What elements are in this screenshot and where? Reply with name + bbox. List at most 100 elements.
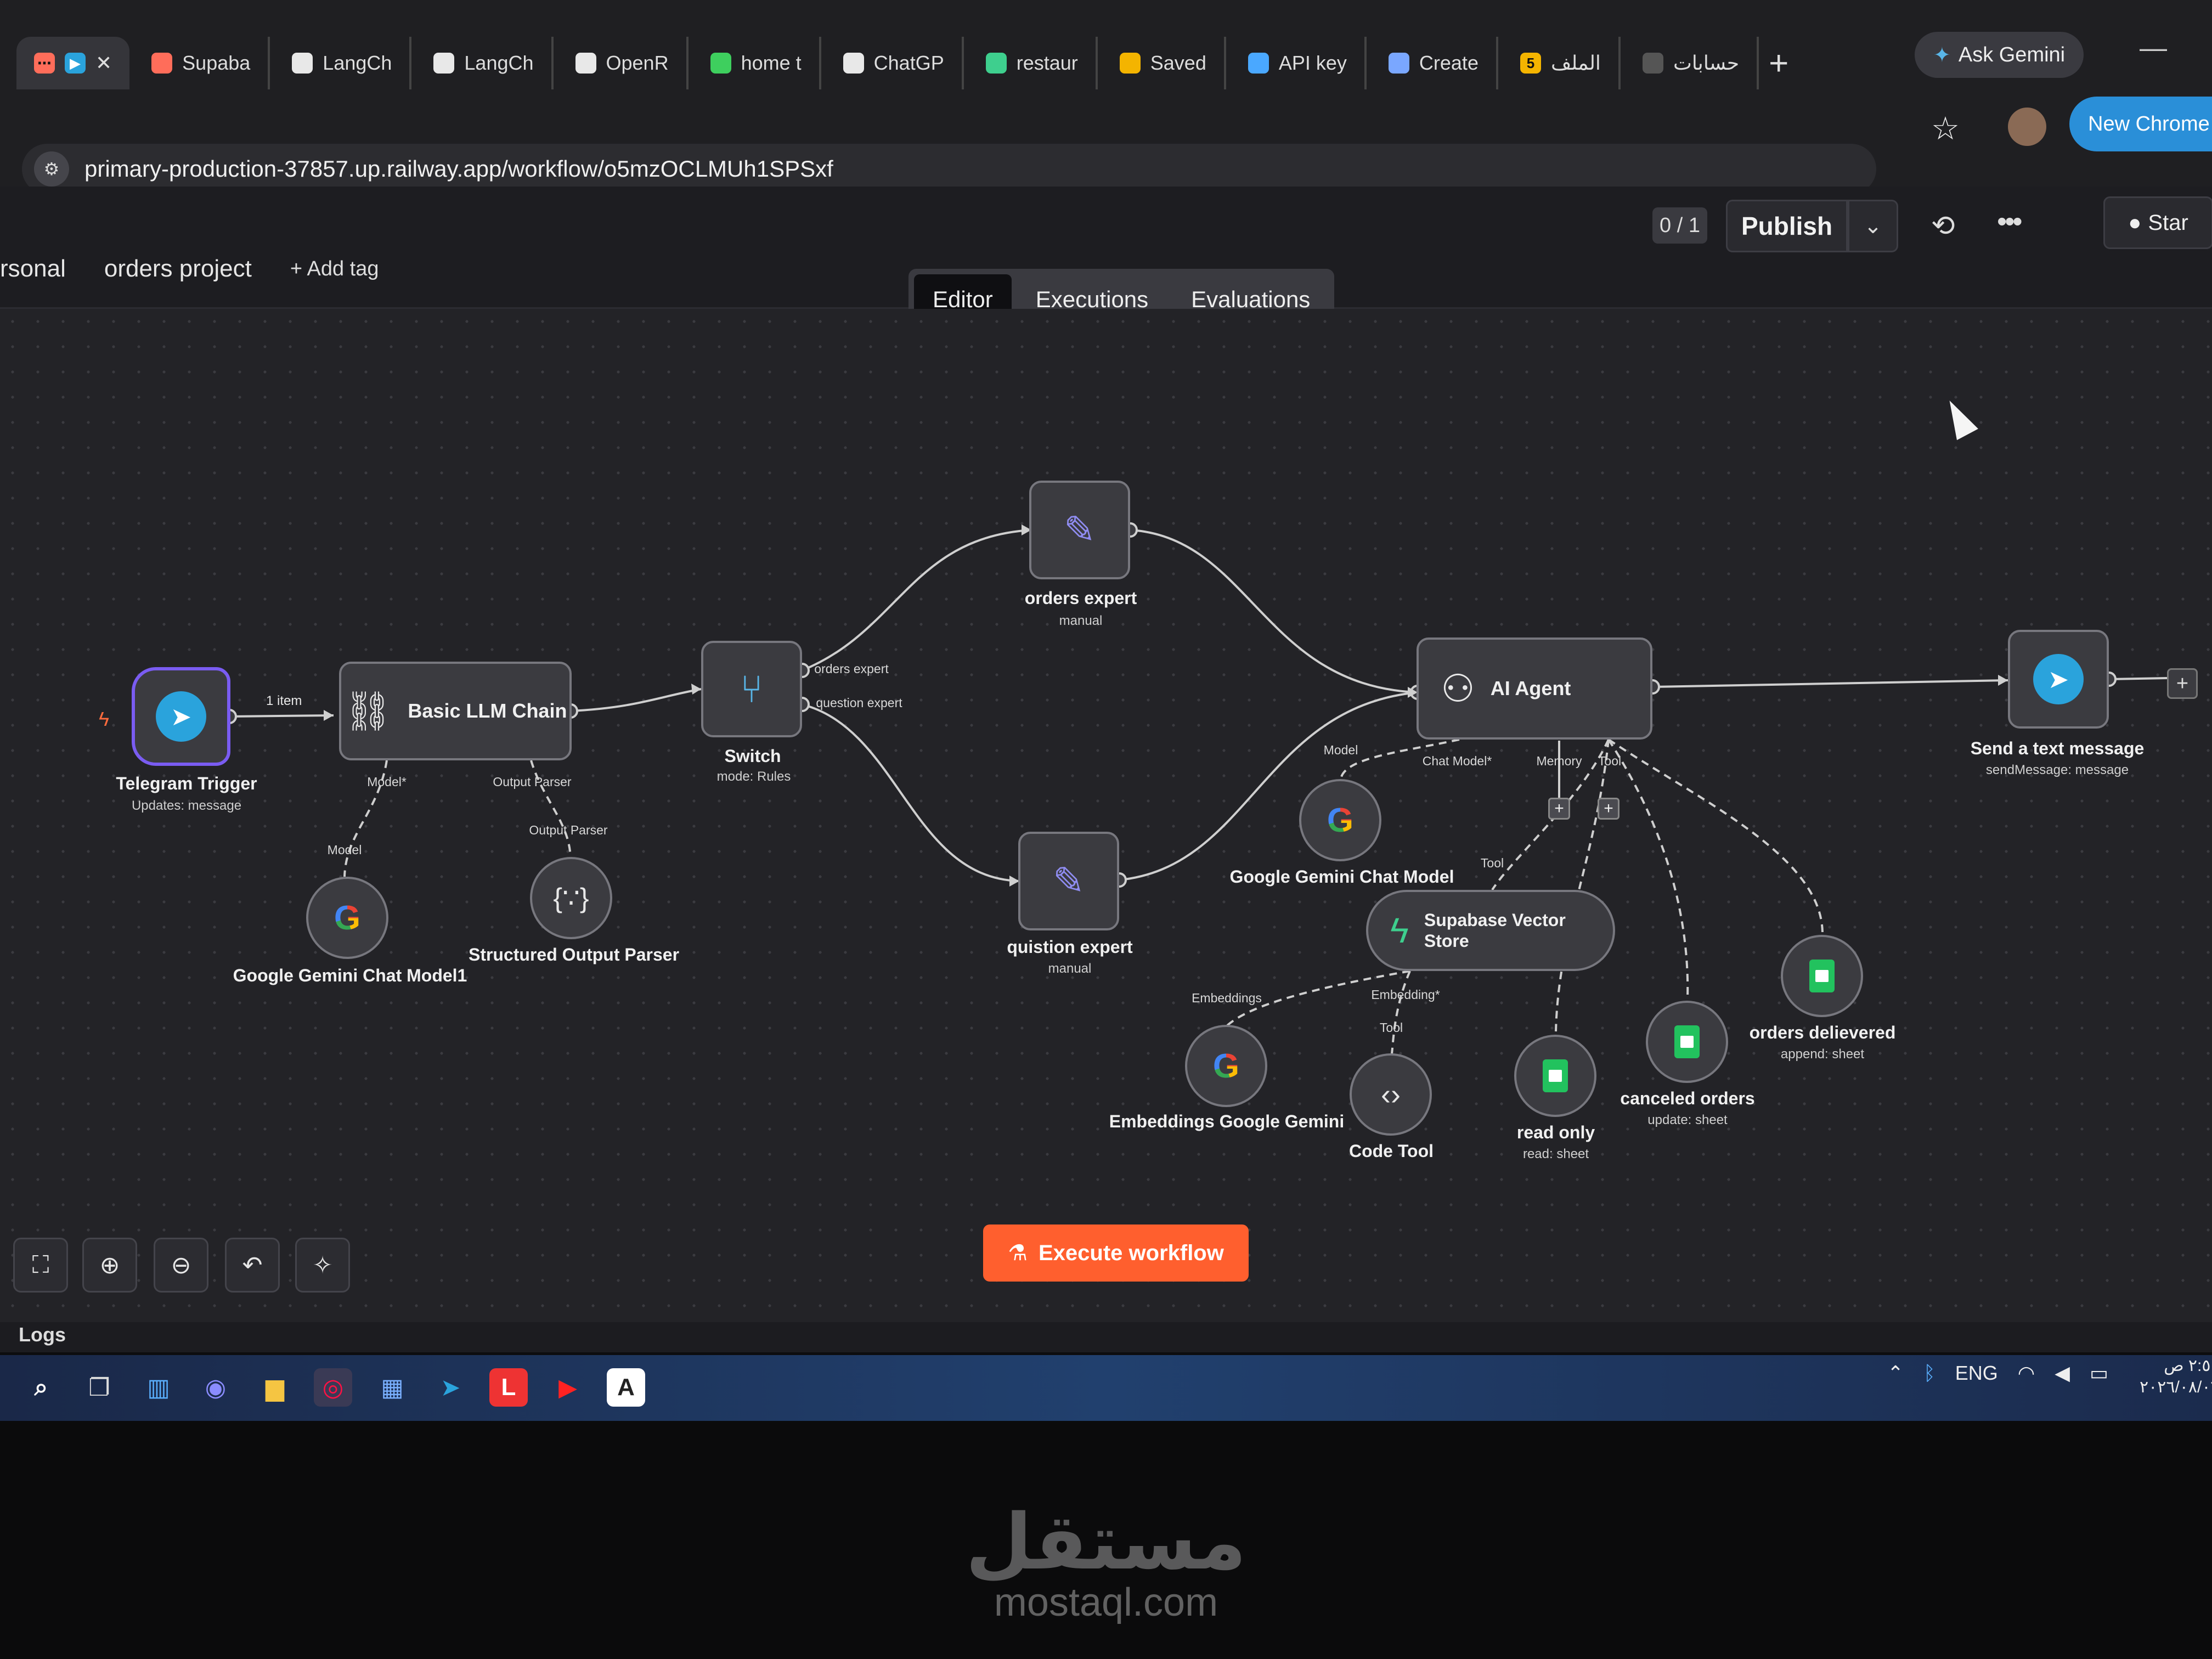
tab-api-key[interactable]: API key xyxy=(1231,37,1367,89)
wifi-icon[interactable]: ◠ xyxy=(2018,1362,2035,1385)
clock-date: ٢٠٢٦/٠٨/٠٦ xyxy=(2140,1378,2212,1396)
node-structured-output-parser[interactable]: {∵} xyxy=(530,857,612,939)
bluetooth-icon[interactable]: ᛒ xyxy=(1923,1362,1936,1385)
chevron-down-icon[interactable]: ⌄ xyxy=(1848,200,1898,252)
site-info-icon[interactable]: ⚙ xyxy=(34,151,69,187)
tab-openrouter[interactable]: OpenR xyxy=(558,37,689,89)
history-icon[interactable]: ⟲ xyxy=(1931,210,1955,242)
chevron-up-icon[interactable]: ⌃ xyxy=(1887,1362,1904,1385)
tab-langchain-2[interactable]: LangCh xyxy=(416,37,554,89)
volume-icon[interactable]: ◀ xyxy=(2055,1362,2070,1385)
execute-workflow-button[interactable]: ⚗ Execute workflow xyxy=(983,1224,1249,1282)
workflow-name[interactable]: orders project xyxy=(104,255,252,283)
node-basic-llm-chain[interactable]: ⛓ Basic LLM Chain xyxy=(339,662,572,760)
tab-create[interactable]: Create xyxy=(1371,37,1498,89)
tab-langchain[interactable]: LangCh xyxy=(274,37,412,89)
node-switch[interactable]: ⑂ xyxy=(701,641,802,737)
tab-n8n-active[interactable]: ⋯ ▶ ✕ xyxy=(16,37,130,89)
node-canceled-orders[interactable] xyxy=(1646,1001,1728,1083)
chrome-icon[interactable]: ◎ xyxy=(314,1368,352,1407)
node-embeddings-gemini[interactable]: G xyxy=(1185,1025,1267,1107)
github-star-button[interactable]: ● Star xyxy=(2103,196,2212,249)
execute-workflow-label: Execute workflow xyxy=(1038,1240,1224,1265)
add-node-button[interactable]: + xyxy=(2167,668,2198,699)
telegram-icon: ➤ xyxy=(156,691,206,742)
profile-avatar[interactable] xyxy=(2008,108,2046,146)
node-label-embeddings-gemini: Embeddings Google Gemini xyxy=(1109,1111,1345,1131)
minimize-icon[interactable]: — xyxy=(2140,32,2167,64)
battery-icon[interactable]: ▭ xyxy=(2090,1362,2108,1385)
tab-home[interactable]: home t xyxy=(693,37,821,89)
add-memory-button[interactable]: + xyxy=(1548,798,1570,820)
tab-label: ChatGP xyxy=(873,52,944,74)
node-label-code-tool: Code Tool xyxy=(1348,1141,1434,1161)
tab-restaurant[interactable]: restaur xyxy=(968,37,1098,89)
add-tag-button[interactable]: + Add tag xyxy=(290,257,379,281)
bookmark-star-icon[interactable]: ☆ xyxy=(1931,110,1960,147)
chatgpt-icon xyxy=(843,53,864,74)
port-label-tool: Tool xyxy=(1480,856,1504,870)
search-icon[interactable]: ⌕ xyxy=(22,1368,60,1407)
ask-gemini-button[interactable]: ✦ Ask Gemini xyxy=(1915,32,2084,78)
tab-label: LangCh xyxy=(464,52,534,74)
node-send-text-message[interactable]: ➤ xyxy=(2008,630,2109,729)
more-options-icon[interactable]: ••• xyxy=(1997,205,2023,238)
workflow-canvas[interactable] xyxy=(0,309,2212,1339)
port-label-orders-expert: orders expert xyxy=(814,662,889,676)
tidy-up-icon[interactable]: ✧ xyxy=(295,1238,350,1293)
tab-label: LangCh xyxy=(323,52,392,74)
watermark-domain: mostaql.com xyxy=(994,1581,1218,1624)
undo-icon[interactable]: ↶ xyxy=(225,1238,280,1293)
url-text[interactable]: primary-production-37857.up.railway.app/… xyxy=(84,156,833,182)
letter-l-icon[interactable]: L xyxy=(489,1368,528,1407)
node-telegram-trigger[interactable]: ➤ xyxy=(132,667,230,766)
widgets-icon[interactable]: ▥ xyxy=(139,1368,178,1407)
fit-view-icon[interactable]: ⛶ xyxy=(13,1238,68,1293)
tab-strip: ⋯ ▶ ✕ Supaba LangCh LangCh OpenR home t … xyxy=(0,22,2212,104)
node-label-question-expert: quistion expert xyxy=(1007,937,1133,957)
tab-accounts[interactable]: حسابات xyxy=(1625,37,1759,89)
node-supabase-vector-store[interactable]: ϟ Supabase Vector Store xyxy=(1366,890,1615,971)
close-tab-icon[interactable]: ✕ xyxy=(95,52,112,75)
gemini-icon xyxy=(1388,53,1409,74)
folder-icon[interactable]: ▆ xyxy=(256,1368,294,1407)
tab-saved[interactable]: Saved xyxy=(1102,37,1226,89)
node-orders-delivered[interactable] xyxy=(1781,935,1863,1017)
telegram-icon[interactable]: ➤ xyxy=(431,1368,470,1407)
node-label-ai-agent: AI Agent xyxy=(1490,677,1571,699)
node-label-send-text-message: Send a text message xyxy=(1970,738,2145,758)
new-chrome-button[interactable]: New Chrome a xyxy=(2069,97,2212,151)
youtube-icon[interactable]: ▶ xyxy=(549,1368,587,1407)
task-view-icon[interactable]: ❐ xyxy=(80,1368,119,1407)
clock[interactable]: ٢:٥٠ ص ٢٠٢٦/٠٨/٠٦ xyxy=(2140,1355,2212,1398)
node-orders-expert[interactable]: ✎ xyxy=(1029,481,1130,579)
node-sub-read-only: read: sheet xyxy=(1522,1147,1589,1161)
store-icon[interactable]: ▦ xyxy=(373,1368,411,1407)
tab-file[interactable]: 5 الملف xyxy=(1503,37,1621,89)
zoom-in-icon[interactable]: ⊕ xyxy=(82,1238,137,1293)
publish-button[interactable]: Publish xyxy=(1726,200,1848,252)
app-a-icon[interactable]: A xyxy=(607,1368,645,1407)
node-gemini-chat-model-1[interactable]: G xyxy=(306,877,388,959)
node-code-tool[interactable]: ‹› xyxy=(1350,1053,1432,1136)
node-gemini-chat-model[interactable]: G xyxy=(1299,779,1381,861)
logs-label[interactable]: Logs xyxy=(19,1323,66,1346)
port-label-model: Model xyxy=(327,843,362,857)
breadcrumb-project[interactable]: rsonal xyxy=(0,255,66,283)
number-five-icon: 5 xyxy=(1520,53,1541,74)
tab-supabase[interactable]: Supaba xyxy=(134,37,270,89)
port-label-embeddings: Embeddings xyxy=(1192,991,1262,1005)
node-read-only[interactable] xyxy=(1514,1035,1596,1117)
node-ai-agent[interactable]: ⚇ AI Agent xyxy=(1417,637,1652,740)
language-indicator[interactable]: ENG xyxy=(1955,1362,1998,1385)
port-label-model: Model xyxy=(1323,743,1358,757)
add-tool-button[interactable]: + xyxy=(1598,798,1620,820)
zoom-out-icon[interactable]: ⊖ xyxy=(154,1238,208,1293)
node-question-expert[interactable]: ✎ xyxy=(1018,832,1119,930)
tab-label: Create xyxy=(1419,52,1479,74)
logs-panel[interactable] xyxy=(0,1322,2212,1352)
tab-chatgpt[interactable]: ChatGP xyxy=(826,37,964,89)
port-label-tool: Tool xyxy=(1379,1020,1403,1035)
chat-icon[interactable]: ◉ xyxy=(196,1368,235,1407)
new-tab-button[interactable]: + xyxy=(1769,44,1788,83)
